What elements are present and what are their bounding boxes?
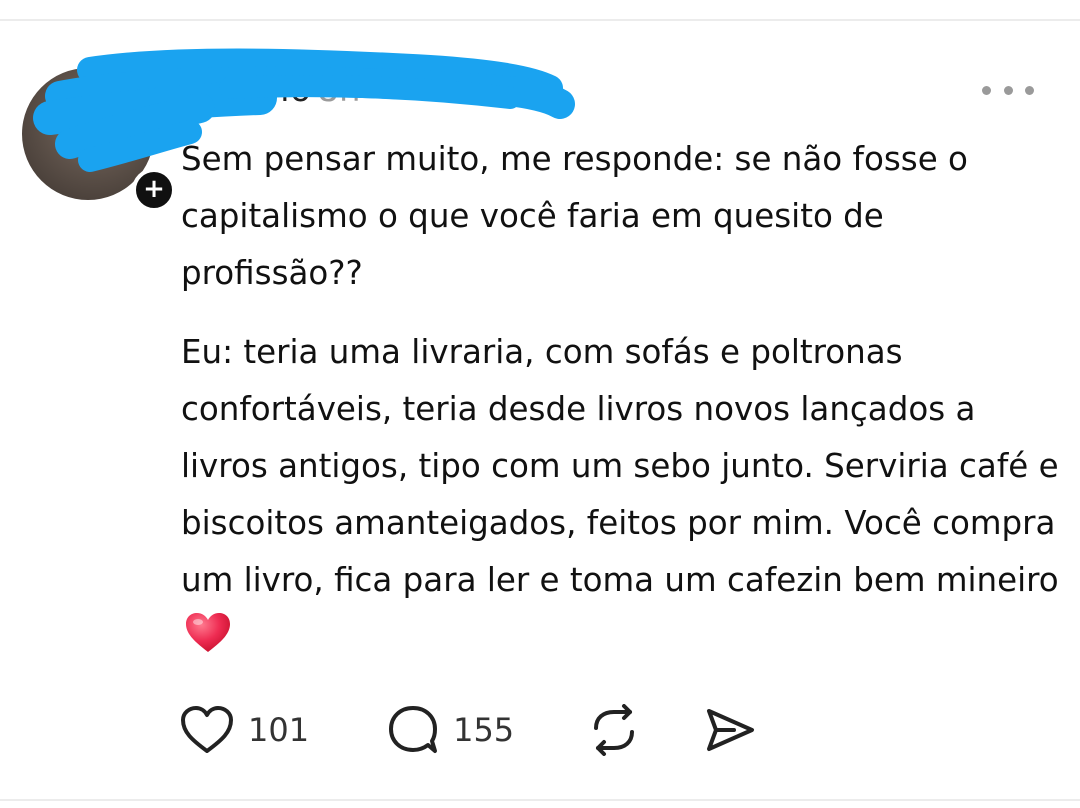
red-heart-icon [185,612,231,672]
comment-bubble-icon [389,706,438,753]
share-button[interactable] [704,706,756,754]
post-timestamp: 8h [317,70,361,110]
bottom-divider [0,799,1080,801]
repost-button[interactable] [588,704,640,756]
username[interactable]: usuário [182,70,311,110]
post-paragraph: Eu: teria uma livraria, com sofás e polt… [181,324,1061,672]
action-bar: 101 155 [180,702,804,758]
post-text: Sem pensar muito, me responde: se não fo… [181,140,968,292]
post-body: Sem pensar muito, me responde: se não fo… [181,131,1061,672]
more-dot [982,85,991,95]
post-header: usuário 8h [182,66,361,114]
repost-icon [594,704,635,756]
more-dot [1003,85,1013,95]
like-count: 101 [248,711,310,749]
reply-count: 155 [453,711,515,749]
post-text: Eu: teria uma livraria, com sofás e polt… [181,333,1059,599]
author-avatar-group[interactable]: + [22,68,176,212]
follow-button[interactable]: + [132,168,176,212]
send-icon [707,709,755,751]
more-options-button[interactable] [982,80,1034,100]
more-dot [1025,85,1034,95]
reply-button[interactable]: 155 [387,704,514,756]
post-paragraph: Sem pensar muito, me responde: se não fo… [181,131,1061,302]
top-divider [0,19,1080,21]
like-button[interactable]: 101 [180,705,309,755]
heart-outline-icon [181,706,233,753]
